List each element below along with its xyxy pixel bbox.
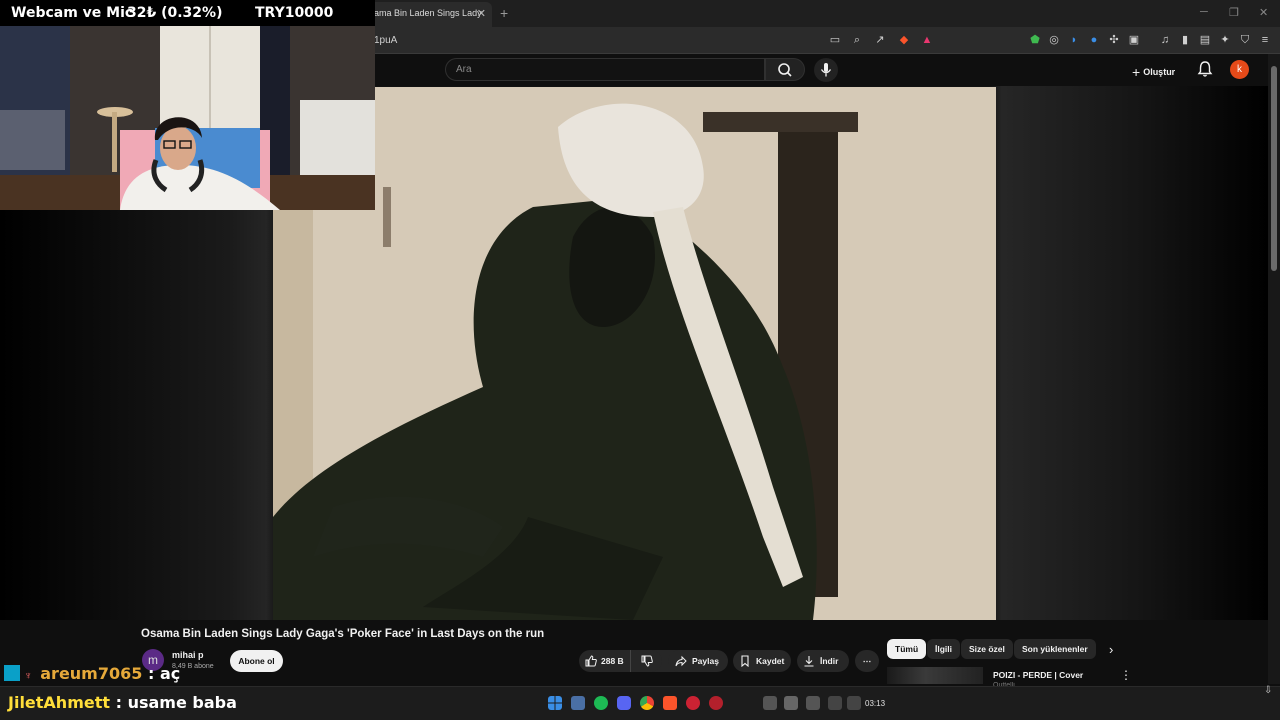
video-title: Osama Bin Laden Sings Lady Gaga's 'Poker… [141,628,545,640]
scrollbar-thumb[interactable] [1271,66,1277,271]
volume-icon[interactable] [847,696,861,710]
discord-icon[interactable] [617,696,631,710]
close-window-icon[interactable]: ✕ [1259,6,1268,19]
sidebar-icon[interactable]: ▮ [1178,33,1192,47]
page-scrollbar[interactable] [1268,54,1280,684]
search-placeholder: Ara [456,64,472,75]
thumbs-up-icon [585,655,597,667]
clock[interactable]: 03:13 [865,699,885,708]
chat-text: usame baba [127,693,237,712]
close-tab-icon[interactable]: ✕ [477,7,486,20]
microphone-icon [820,63,832,77]
like-button[interactable]: 288 B [579,650,679,672]
dislike-button[interactable] [630,650,662,672]
recommendation-thumbnail[interactable] [887,667,983,684]
chip-related[interactable]: İlgili [927,639,960,659]
app-icon-3[interactable] [709,696,723,710]
tab-manager-icon[interactable]: ▣ [1127,33,1141,47]
tray-icon-4[interactable] [828,696,842,710]
search-input[interactable]: Ara [445,58,765,81]
vpn-icon[interactable]: ⛉ [1238,33,1252,47]
donation-price: 32₺ (0.32%) [127,5,223,21]
bookmark-icon [741,655,749,667]
recommendation-title[interactable]: POIZI - PERDE | Cover [993,670,1083,680]
chat-username: JiletAhmett [8,693,111,712]
download-button[interactable]: İndir [797,650,849,672]
plus-create-icon: + [1132,64,1141,80]
more-horizontal-icon: ⋯ [862,656,872,666]
more-actions-button[interactable]: ⋯ [855,650,879,672]
chat-message: JiletAhmett : usame baba [0,693,237,717]
app-icon-1[interactable] [571,696,585,710]
share-button[interactable]: Paylaş [668,650,728,672]
donation-goal: TRY10000 [255,5,334,21]
app-icon-2[interactable] [686,696,700,710]
webcam-label: Webcam ve Mic [11,5,134,21]
chat-message: ♆ areum7065 : aç [0,664,180,686]
save-label: Kaydet [756,656,785,666]
create-button[interactable]: + Oluştur [1132,62,1176,80]
show-desktop-icon[interactable]: ⇩ [1264,685,1272,696]
chat-separator: : [142,664,160,683]
download-label: İndir [820,656,839,666]
chip-for-you[interactable]: Size özel [961,639,1013,659]
chips-next-icon[interactable]: › [1109,642,1113,657]
create-label: Oluştur [1143,67,1176,77]
brave-rewards-icon[interactable]: ▲ [920,33,934,47]
media-control-icon[interactable]: ♫ [1158,33,1172,47]
video-frame[interactable] [273,87,996,620]
notifications-bell-icon[interactable] [1197,60,1213,78]
chip-recently-uploaded[interactable]: Son yüklenenler [1014,639,1096,659]
webcam-feed [0,0,375,210]
platform-badge-icon [4,665,20,681]
windows-start-icon[interactable] [548,696,562,710]
recommendation-menu-icon[interactable]: ⋮ [1120,668,1132,682]
menu-icon[interactable]: ≡ [1258,33,1272,47]
adblock-icon[interactable]: ⬟ [1028,33,1042,47]
like-count: 288 B [601,656,624,666]
search-icon [778,63,792,77]
browser-tab-active[interactable]: ama Bin Laden Sings Lady ✕ [366,2,492,27]
chat-separator: : [110,693,128,712]
chrome-icon[interactable] [640,696,654,710]
webcam-stats-bar: Webcam ve Mic 32₺ (0.32%) TRY10000 [0,0,375,26]
thumbs-down-icon [641,655,653,667]
brave-icon[interactable] [663,696,677,710]
wallet-icon[interactable]: ▤ [1198,33,1212,47]
spotify-icon[interactable] [594,696,608,710]
url-text[interactable]: 1puA [374,35,397,46]
share-page-icon[interactable]: ↗ [873,33,887,47]
cast-icon[interactable]: ▭ [828,33,842,47]
tray-icon-2[interactable] [784,696,798,710]
extension-globe-icon[interactable]: ● [1087,33,1101,47]
voice-search-button[interactable] [814,58,838,82]
minimize-icon[interactable]: ─ [1200,6,1208,18]
screen: ama Bin Laden Sings Lady ✕ + ─ ❐ ✕ 1puA … [0,0,1280,720]
webcam-overlay: Webcam ve Mic 32₺ (0.32%) TRY10000 [0,0,375,210]
plus-icon[interactable]: + [500,5,508,21]
share-label: Paylaş [692,656,719,666]
search-button[interactable] [765,58,805,81]
moderator-badge-icon: ♆ [24,670,33,682]
share-icon [675,655,687,667]
account-avatar[interactable]: k [1230,60,1249,79]
restore-icon[interactable]: ❐ [1229,6,1239,19]
zoom-icon[interactable]: ⌕ [850,33,864,47]
leo-ai-icon[interactable]: ✦ [1218,33,1232,47]
tray-icon-1[interactable] [763,696,777,710]
download-icon [804,656,814,667]
tab-title: ama Bin Laden Sings Lady [374,8,482,18]
extensions-puzzle-icon[interactable]: ✣ [1107,33,1121,47]
channel-name[interactable]: mihai p [172,650,204,660]
subscribe-button[interactable]: Abone ol [230,650,283,672]
chat-text: aç [159,664,181,683]
save-button[interactable]: Kaydet [733,650,791,672]
video-scene [273,87,996,620]
tray-icon-3[interactable] [806,696,820,710]
extension-glasses-icon[interactable]: ◎ [1047,33,1061,47]
extension-audio-icon[interactable]: ◗ [1067,33,1081,47]
brave-shield-icon[interactable]: ◆ [897,33,911,47]
chat-username: areum7065 [40,664,143,683]
chip-all[interactable]: Tümü [887,639,927,659]
